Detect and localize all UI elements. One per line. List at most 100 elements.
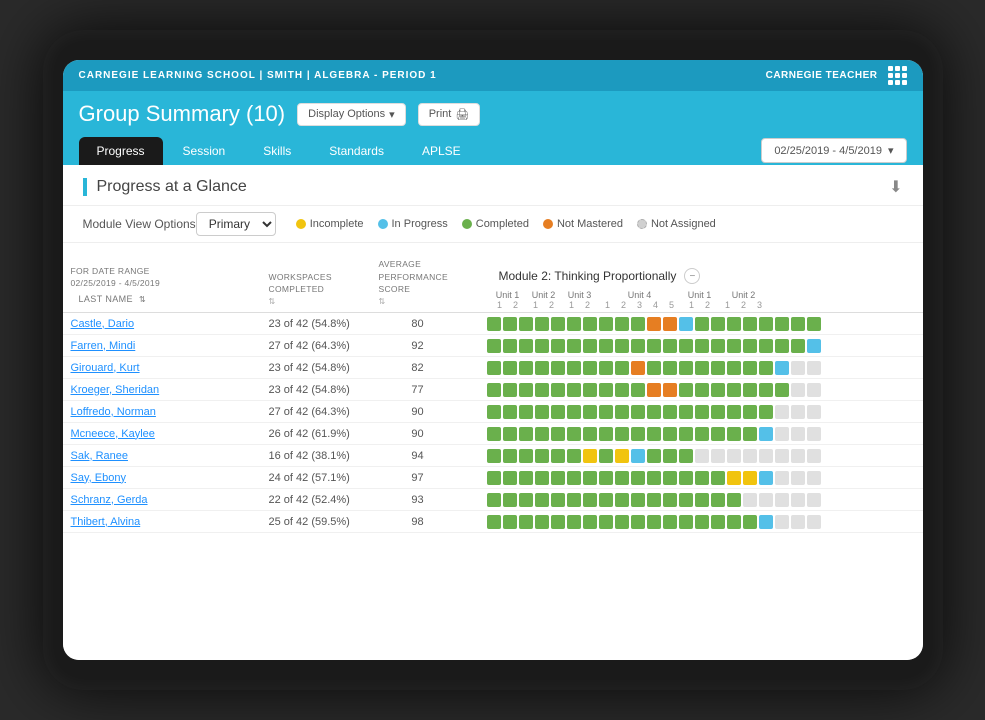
tablet-frame: CARNEGIE LEARNING SCHOOL | SMITH | ALGEB…	[43, 30, 943, 690]
student-name[interactable]: Sak, Ranee	[63, 450, 263, 462]
collapse-module-button[interactable]: −	[684, 268, 700, 284]
student-name[interactable]: Schranz, Gerda	[63, 494, 263, 506]
grid-cell	[551, 339, 565, 353]
avg-performance-score: 97	[373, 472, 463, 484]
school-title: CARNEGIE LEARNING SCHOOL | SMITH | ALGEB…	[79, 70, 437, 81]
avg-performance-score: 77	[373, 384, 463, 396]
notassigned-label: Not Assigned	[651, 218, 716, 230]
student-name[interactable]: Girouard, Kurt	[63, 362, 263, 374]
grid-cell	[759, 405, 773, 419]
student-name[interactable]: Say, Ebony	[63, 472, 263, 484]
print-button[interactable]: Print 🖨	[418, 103, 481, 126]
grid-cell	[535, 449, 549, 463]
grid-cell	[663, 317, 677, 331]
grid-cell	[551, 317, 565, 331]
table-row: Thibert, Alvina 25 of 42 (59.5%) 98	[63, 511, 483, 533]
grid-cell	[679, 383, 693, 397]
module-title: Module 2: Thinking Proportionally	[499, 269, 677, 283]
module-header: Module 2: Thinking Proportionally −	[491, 264, 915, 288]
grid-cell	[487, 471, 501, 485]
completed-dot	[462, 219, 472, 229]
grid-cell	[487, 427, 501, 441]
grid-cell	[679, 449, 693, 463]
date-range-button[interactable]: 02/25/2019 - 4/5/2019 ▾	[761, 138, 906, 163]
grid-cell	[599, 405, 613, 419]
display-options-button[interactable]: Display Options ▾	[297, 103, 406, 126]
name-sort-row: LAST NAME ⇅	[71, 290, 255, 308]
grid-cell	[535, 405, 549, 419]
tab-progress[interactable]: Progress	[79, 137, 163, 165]
grid-cell	[631, 493, 645, 507]
grid-cell	[679, 471, 693, 485]
sort-icon[interactable]: ⇅	[139, 295, 146, 304]
grid-cell	[679, 515, 693, 529]
student-name[interactable]: Loffredo, Norman	[63, 406, 263, 418]
grid-cell	[599, 471, 613, 485]
grid-cell	[615, 449, 629, 463]
tab-aplse[interactable]: APLSE	[404, 137, 479, 165]
grid-row	[483, 445, 923, 467]
grid-cell	[743, 361, 757, 375]
grid-rows	[483, 313, 923, 660]
tab-skills[interactable]: Skills	[245, 137, 309, 165]
grid-cell	[615, 471, 629, 485]
grid-cell	[775, 471, 789, 485]
grid-cell	[663, 427, 677, 441]
download-icon[interactable]: ⬇	[889, 177, 902, 197]
grid-cell	[759, 515, 773, 529]
grid-cell	[567, 427, 581, 441]
grid-cell	[743, 339, 757, 353]
avg-performance-score: 90	[373, 406, 463, 418]
section-title: Progress at a Glance	[83, 178, 247, 196]
grid-cell	[775, 493, 789, 507]
module-view-select[interactable]: Primary	[196, 212, 276, 236]
grid-cell	[791, 383, 805, 397]
header: Group Summary (10) Display Options ▾ Pri…	[63, 91, 923, 165]
grid-cell	[663, 449, 677, 463]
student-name[interactable]: Thibert, Alvina	[63, 516, 263, 528]
table-row: Farren, Mindi 27 of 42 (64.3%) 92	[63, 335, 483, 357]
grid-cell	[631, 361, 645, 375]
grid-cell	[711, 317, 725, 331]
grid-menu-icon[interactable]	[888, 66, 907, 85]
grid-cell	[775, 317, 789, 331]
grid-cell	[615, 383, 629, 397]
display-options-label: Display Options	[308, 108, 385, 120]
grid-cell	[487, 515, 501, 529]
tab-standards[interactable]: Standards	[311, 137, 402, 165]
tab-session[interactable]: Session	[165, 137, 244, 165]
grid-cell	[535, 515, 549, 529]
grid-cell	[791, 427, 805, 441]
grid-cell	[695, 339, 709, 353]
sort-ws-icon[interactable]: ⇅	[269, 296, 367, 308]
grid-cell	[519, 493, 533, 507]
grid-cell	[775, 449, 789, 463]
sort-avg-icon[interactable]: ⇅	[379, 296, 457, 308]
grid-row	[483, 511, 923, 533]
legend-notassigned: Not Assigned	[637, 218, 716, 230]
grid-cell	[663, 339, 677, 353]
grid-cell	[727, 317, 741, 331]
grid-cell	[647, 361, 661, 375]
grid-cell	[519, 317, 533, 331]
grid-cell	[503, 361, 517, 375]
grid-cell	[695, 361, 709, 375]
table-row: Say, Ebony 24 of 42 (57.1%) 97	[63, 467, 483, 489]
grid-cell	[535, 471, 549, 485]
table-row: Schranz, Gerda 22 of 42 (52.4%) 93	[63, 489, 483, 511]
grid-cell	[711, 449, 725, 463]
grid-cell	[567, 317, 581, 331]
grid-cell	[583, 427, 597, 441]
grid-cell	[759, 339, 773, 353]
student-name[interactable]: Kroeger, Sheridan	[63, 384, 263, 396]
grid-cell	[567, 471, 581, 485]
grid-cell	[583, 317, 597, 331]
legend-notmastered: Not Mastered	[543, 218, 623, 230]
student-name[interactable]: Mcneece, Kaylee	[63, 428, 263, 440]
student-name[interactable]: Farren, Mindi	[63, 340, 263, 352]
grid-cell	[535, 317, 549, 331]
student-name[interactable]: Castle, Dario	[63, 318, 263, 330]
grid-cell	[695, 515, 709, 529]
grid-cell	[791, 471, 805, 485]
grid-cell	[807, 317, 821, 331]
